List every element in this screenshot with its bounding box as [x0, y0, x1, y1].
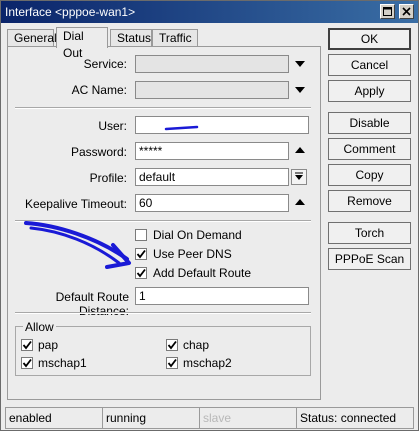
- interface-window: Interface <pppoe-wan1> General Dial Out …: [0, 0, 419, 431]
- annotation-arrow: [24, 125, 199, 269]
- tab-dial-out[interactable]: Dial Out: [56, 27, 108, 60]
